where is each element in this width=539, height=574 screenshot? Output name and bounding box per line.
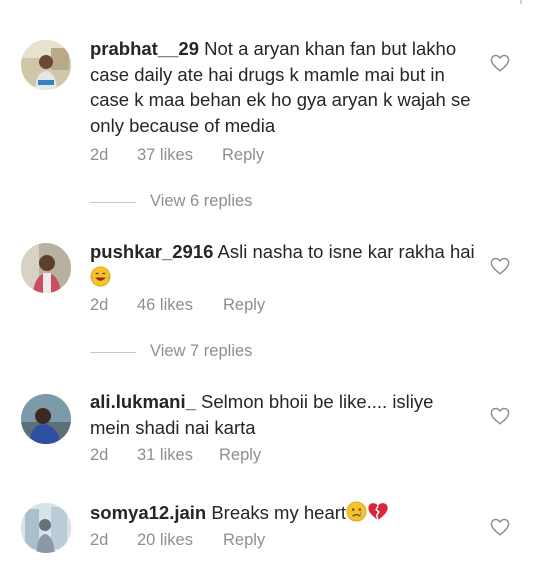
comment-likes[interactable]: 20 likes xyxy=(137,531,193,550)
view-replies-label[interactable]: View 7 replies xyxy=(150,342,252,361)
avatar[interactable] xyxy=(21,394,71,444)
heart-outline-icon[interactable] xyxy=(490,54,510,72)
divider-line xyxy=(90,202,136,203)
comment-username[interactable]: prabhat__29 xyxy=(90,38,199,59)
comment-body: Asli nasha to isne kar rakha hai xyxy=(217,241,475,262)
divider-line xyxy=(90,352,136,353)
view-replies-label[interactable]: View 6 replies xyxy=(150,192,252,211)
crying-face-emoji xyxy=(346,501,367,529)
reply-button[interactable]: Reply xyxy=(222,146,264,165)
comment-time: 2d xyxy=(90,146,109,164)
comment-text: pushkar_2916 Asli nasha to isne kar rakh… xyxy=(90,239,475,293)
comment-time: 2d xyxy=(90,296,109,314)
comment-body: Breaks my heart xyxy=(211,502,347,523)
comment-likes[interactable]: 31 likes xyxy=(137,446,193,465)
avatar[interactable] xyxy=(21,243,71,293)
comment-time: 2d xyxy=(90,531,109,549)
broken-heart-emoji xyxy=(367,501,389,529)
comment-username[interactable]: pushkar_2916 xyxy=(90,241,213,262)
heart-outline-icon[interactable] xyxy=(490,518,510,536)
laughing-tears-emoji xyxy=(90,265,111,294)
comment-text: ali.lukmani_ Selmon bhoii be like.... is… xyxy=(90,389,475,440)
reply-button[interactable]: Reply xyxy=(223,531,265,550)
comment-likes[interactable]: 37 likes xyxy=(137,146,193,165)
comment-username[interactable]: somya12.jain xyxy=(90,502,206,523)
heart-outline-icon[interactable] xyxy=(490,257,510,275)
comment-text: somya12.jain Breaks my heart xyxy=(90,500,475,529)
comment-text: prabhat__29 Not a aryan khan fan but lak… xyxy=(90,36,475,138)
avatar[interactable] xyxy=(21,503,71,553)
comment-time: 2d xyxy=(90,446,109,464)
scrollbar-stub xyxy=(520,0,522,4)
avatar[interactable] xyxy=(21,40,71,90)
reply-button[interactable]: Reply xyxy=(223,296,265,315)
reply-button[interactable]: Reply xyxy=(219,446,261,465)
comment-username[interactable]: ali.lukmani_ xyxy=(90,391,196,412)
heart-outline-icon[interactable] xyxy=(490,407,510,425)
comment-likes[interactable]: 46 likes xyxy=(137,296,193,315)
